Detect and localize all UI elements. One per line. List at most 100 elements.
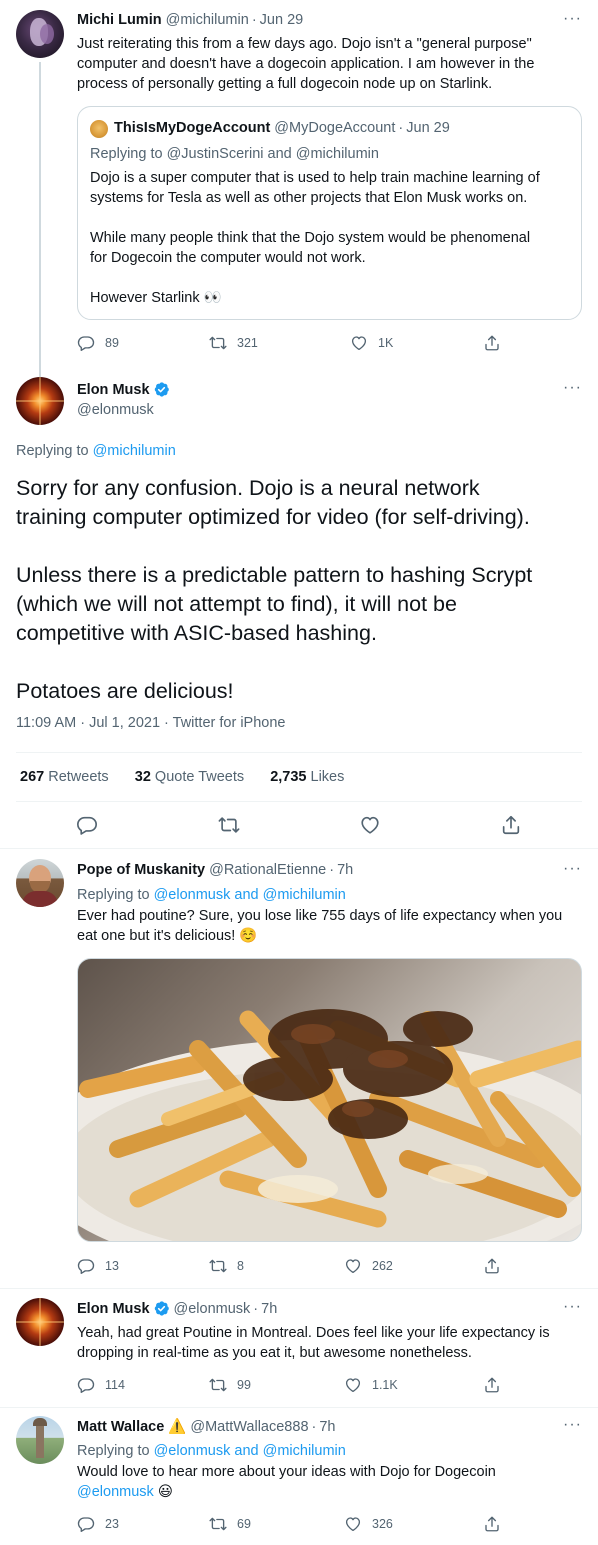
share-button[interactable] bbox=[483, 1514, 511, 1534]
replying-prefix: Replying to bbox=[77, 1443, 150, 1459]
retweet-button[interactable]: 8 bbox=[209, 1256, 244, 1276]
replying-to-handles[interactable]: @elonmusk and @michilumin bbox=[154, 887, 346, 903]
display-name[interactable]: Matt Wallace bbox=[77, 1419, 164, 1435]
user-handle[interactable]: @michilumin bbox=[166, 12, 249, 28]
quote-line: While many people think that the Dojo sy… bbox=[90, 230, 531, 246]
retweet-count: 321 bbox=[237, 336, 258, 350]
like-button[interactable]: 1K bbox=[350, 333, 393, 353]
user-handle[interactable]: @MattWallace888 bbox=[190, 1419, 308, 1435]
replying-to-handles: @JustinScerini and @michilumin bbox=[166, 146, 379, 162]
like-button[interactable] bbox=[359, 813, 381, 837]
tweet-line: training computer optimized for video (f… bbox=[16, 505, 530, 529]
reply-icon bbox=[77, 1515, 95, 1533]
user-handle[interactable]: @elonmusk bbox=[174, 1301, 251, 1317]
retweet-count: 69 bbox=[237, 1517, 251, 1531]
retweet-button[interactable]: 99 bbox=[209, 1375, 251, 1395]
like-button[interactable]: 262 bbox=[344, 1256, 393, 1276]
display-name[interactable]: Pope of Muskanity bbox=[77, 862, 205, 878]
tweet-line: (which we will not attempt to find), it … bbox=[16, 592, 457, 616]
divider bbox=[16, 801, 582, 802]
avatar-matt-wallace[interactable] bbox=[16, 1416, 64, 1464]
retweet-button[interactable] bbox=[218, 813, 240, 837]
tweet-header: Elon Musk @elonmusk · 7h bbox=[77, 1300, 277, 1317]
like-icon bbox=[359, 814, 381, 836]
retweets-label: Retweets bbox=[48, 769, 109, 785]
tweet-line: Yeah, had great Poutine in Montreal. Doe… bbox=[77, 1325, 550, 1341]
divider bbox=[0, 848, 598, 849]
user-handle: @MyDogeAccount bbox=[274, 120, 396, 136]
reply-icon bbox=[77, 1376, 95, 1394]
display-name[interactable]: Elon Musk bbox=[77, 382, 150, 398]
tweet-text: Just reiterating this from a few days ag… bbox=[77, 34, 587, 94]
share-button[interactable] bbox=[483, 1256, 511, 1276]
separator: · bbox=[398, 120, 404, 136]
quote-line: However Starlink 👀 bbox=[90, 290, 222, 306]
verified-badge-icon bbox=[153, 381, 170, 398]
avatar-elon-musk[interactable] bbox=[16, 1298, 64, 1346]
retweets-count: 267 bbox=[20, 769, 45, 785]
share-icon bbox=[483, 1257, 501, 1275]
reply-button[interactable]: 114 bbox=[77, 1375, 125, 1395]
avatar-michi-lumin[interactable] bbox=[16, 10, 64, 58]
separator: · bbox=[311, 1418, 317, 1435]
mention-link[interactable]: @elonmusk bbox=[77, 1484, 154, 1500]
quote-text: Dojo is a super computer that is used to… bbox=[90, 168, 575, 308]
share-button[interactable] bbox=[483, 1375, 511, 1395]
tweet-line: dropping in real-time as you eat it, but… bbox=[77, 1345, 472, 1361]
replying-to-handle[interactable]: @michilumin bbox=[93, 443, 176, 459]
more-options-icon[interactable]: ··· bbox=[563, 380, 583, 403]
retweets-stat[interactable]: 267 Retweets bbox=[20, 769, 109, 785]
share-button[interactable] bbox=[483, 333, 511, 353]
reply-button[interactable] bbox=[76, 813, 98, 837]
quote-line: Dojo is a super computer that is used to… bbox=[90, 170, 540, 186]
quote-header: ThisIsMyDogeAccount @MyDogeAccount · Jun… bbox=[114, 120, 450, 136]
like-button[interactable]: 1.1K bbox=[344, 1375, 398, 1395]
avatar-elon-musk[interactable] bbox=[16, 377, 64, 425]
tweet-time[interactable]: Jun 29 bbox=[260, 12, 304, 28]
display-name[interactable]: Elon Musk bbox=[77, 1301, 150, 1317]
verified-badge-icon bbox=[153, 1300, 170, 1317]
retweet-icon bbox=[218, 814, 240, 836]
thread-connector bbox=[39, 62, 41, 380]
tweet-line: computer and doesn't have a dogecoin app… bbox=[77, 56, 535, 72]
reply-icon bbox=[77, 334, 95, 352]
more-options-icon[interactable]: ··· bbox=[563, 861, 583, 884]
replying-prefix: Replying to bbox=[90, 146, 163, 162]
quote-tweets-count: 32 bbox=[134, 769, 151, 785]
separator: · bbox=[329, 862, 335, 878]
share-button[interactable] bbox=[500, 813, 522, 837]
tweet-timestamp[interactable]: 11:09 AM · Jul 1, 2021 · Twitter for iPh… bbox=[16, 713, 285, 733]
like-button[interactable]: 326 bbox=[344, 1514, 393, 1534]
tweet-line: process of personally getting a full dog… bbox=[77, 76, 493, 92]
quoted-tweet-card[interactable]: ThisIsMyDogeAccount @MyDogeAccount · Jun… bbox=[77, 106, 582, 320]
reply-button[interactable]: 89 bbox=[77, 333, 119, 353]
tweet-time[interactable]: 7h bbox=[319, 1419, 335, 1435]
avatar-pope-of-muskanity[interactable] bbox=[16, 859, 64, 907]
display-name[interactable]: Michi Lumin bbox=[77, 12, 162, 28]
reply-button[interactable]: 23 bbox=[77, 1514, 119, 1534]
reply-count: 13 bbox=[105, 1259, 119, 1273]
retweet-button[interactable]: 321 bbox=[209, 333, 258, 353]
warning-icon: ⚠️ bbox=[168, 1419, 187, 1435]
retweet-button[interactable]: 69 bbox=[209, 1514, 251, 1534]
more-options-icon[interactable]: ··· bbox=[563, 11, 583, 34]
reply-button[interactable]: 13 bbox=[77, 1256, 119, 1276]
like-count: 1K bbox=[378, 336, 394, 350]
reply-count: 23 bbox=[105, 1517, 119, 1531]
tweet-line: Just reiterating this from a few days ag… bbox=[77, 36, 532, 52]
tweet-photo-poutine[interactable] bbox=[77, 958, 582, 1242]
tweet-time[interactable]: 7h bbox=[261, 1301, 277, 1317]
replying-to-handles[interactable]: @elonmusk and @michilumin bbox=[154, 1443, 346, 1459]
more-options-icon[interactable]: ··· bbox=[563, 1417, 583, 1440]
retweet-icon bbox=[209, 1257, 227, 1275]
likes-stat[interactable]: 2,735 Likes bbox=[270, 769, 344, 785]
more-options-icon[interactable]: ··· bbox=[563, 1299, 583, 1322]
tweet-line: Sorry for any confusion. Dojo is a neura… bbox=[16, 476, 480, 500]
tweet-time[interactable]: 7h bbox=[337, 862, 353, 878]
user-handle[interactable]: @RationalEtienne bbox=[209, 862, 326, 878]
quote-tweets-stat[interactable]: 32 Quote Tweets bbox=[135, 769, 244, 785]
like-icon bbox=[344, 1257, 362, 1275]
retweet-count: 99 bbox=[237, 1378, 251, 1392]
tweet-line: eat one but it's delicious! ☺️ bbox=[77, 928, 258, 944]
user-handle[interactable]: @elonmusk bbox=[77, 400, 154, 420]
